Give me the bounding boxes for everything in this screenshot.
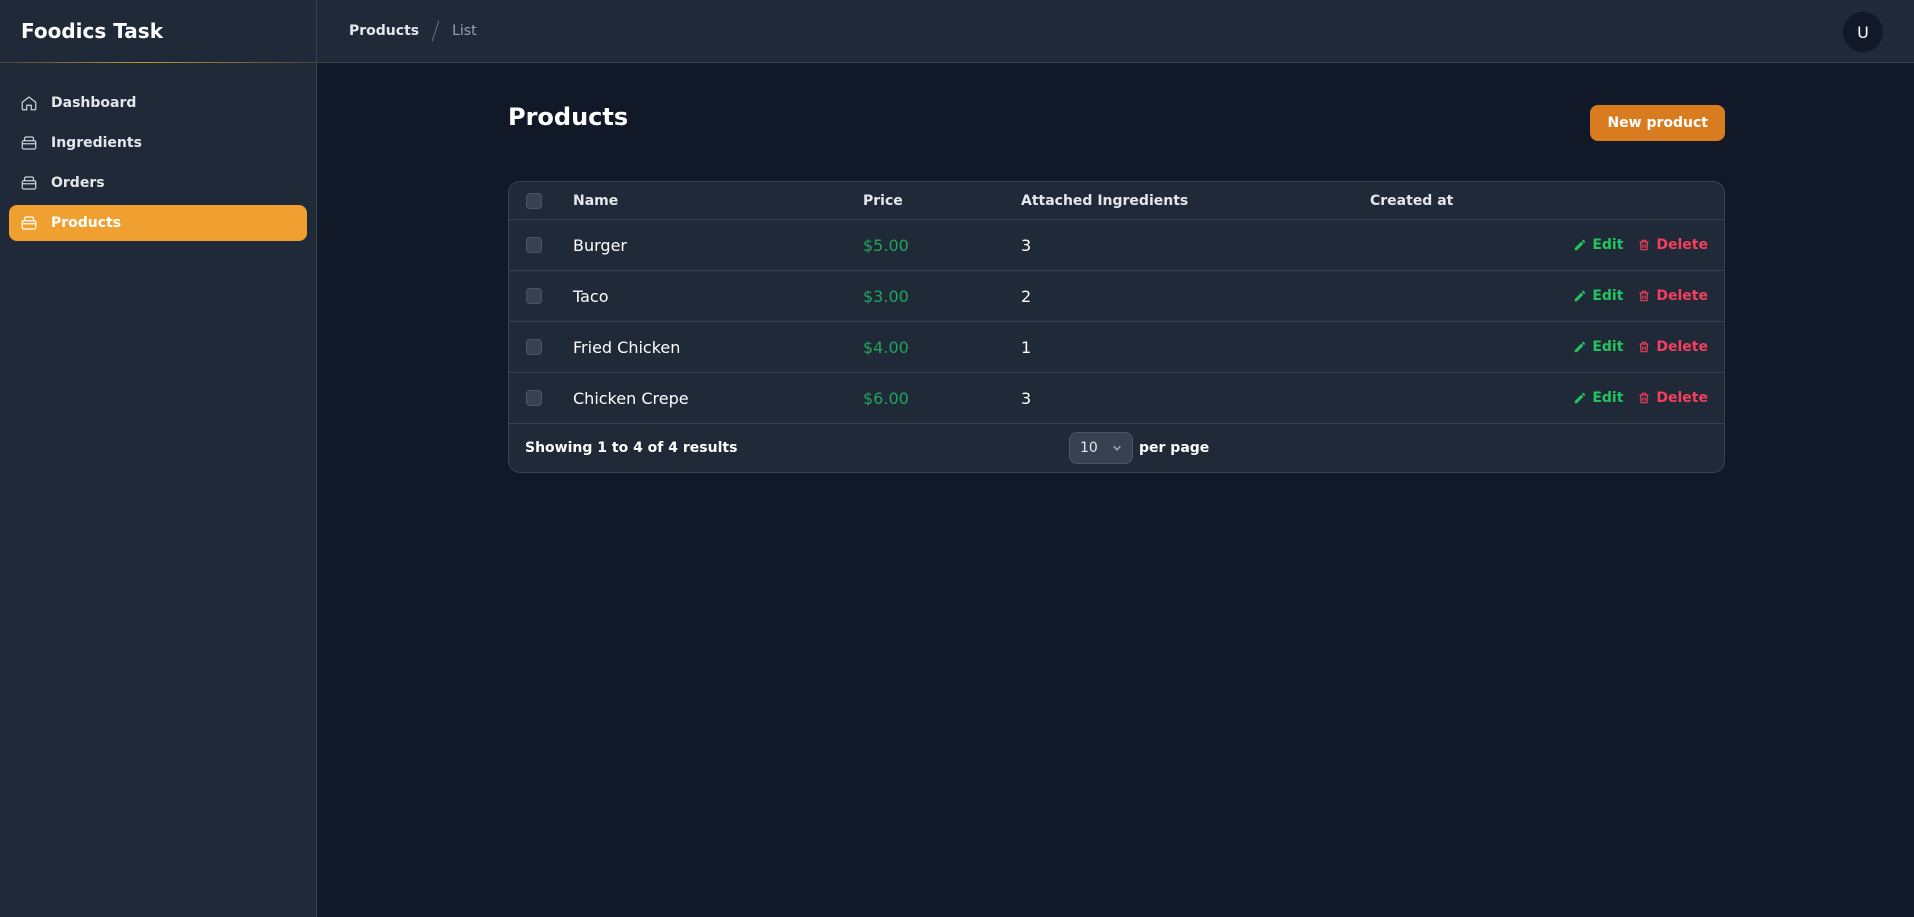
cell-price: $4.00 [863, 337, 909, 357]
brand-title[interactable]: Foodics Task [0, 0, 316, 63]
delete-button[interactable]: Delete [1637, 288, 1708, 304]
sidebar-item-label: Orders [51, 175, 105, 191]
cell-name: Taco [573, 286, 609, 306]
column-header-ingredients: Attached Ingredients [1021, 192, 1189, 209]
cell-ingredients: 1 [1021, 337, 1032, 357]
edit-button[interactable]: Edit [1573, 237, 1623, 253]
box-icon [20, 174, 38, 192]
row-checkbox[interactable] [526, 390, 542, 406]
table-row: Chicken Crepe $6.00 3 Edit Delete [509, 373, 1724, 424]
box-icon [20, 214, 38, 232]
pencil-icon [1575, 341, 1586, 353]
sidebar: Foodics Task Dashboard Ingredients Order… [0, 0, 317, 917]
table-row: Taco $3.00 2 Edit Delete [509, 271, 1724, 322]
cell-ingredients: 2 [1021, 286, 1032, 306]
cell-name: Fried Chicken [573, 337, 681, 357]
column-header-price: Price [863, 192, 903, 209]
cell-name: Chicken Crepe [573, 388, 689, 408]
row-checkbox[interactable] [526, 237, 542, 253]
per-page-control: 10 per page [1069, 432, 1209, 464]
pencil-icon [1575, 290, 1586, 302]
box-icon [20, 134, 38, 152]
row-checkbox[interactable] [526, 288, 542, 304]
breadcrumb-products[interactable]: Products [349, 23, 419, 39]
table-footer: Showing 1 to 4 of 4 results 10 per page [509, 424, 1724, 472]
table-row: Fried Chicken $4.00 1 Edit Delete [509, 322, 1724, 373]
pencil-icon [1575, 392, 1586, 404]
chevron-down-icon [1113, 445, 1121, 451]
sidebar-item-orders[interactable]: Orders [9, 165, 307, 201]
trash-icon [1639, 239, 1650, 251]
per-page-label: per page [1139, 440, 1210, 456]
cell-name: Burger [573, 235, 627, 255]
row-checkbox[interactable] [526, 339, 542, 355]
edit-button[interactable]: Edit [1573, 339, 1623, 355]
delete-button[interactable]: Delete [1637, 339, 1708, 355]
page-content: Products New product Name Price Attached… [508, 63, 1725, 473]
main-area: Products List U Products New product Nam… [317, 0, 1914, 917]
table-row: Burger $5.00 3 Edit Delete [509, 220, 1724, 271]
home-icon [20, 94, 38, 112]
trash-icon [1639, 341, 1650, 353]
edit-button[interactable]: Edit [1573, 288, 1623, 304]
avatar[interactable]: U [1843, 12, 1883, 52]
sidebar-item-label: Dashboard [51, 95, 137, 111]
column-header-name: Name [573, 192, 619, 209]
column-header-created: Created at [1370, 192, 1454, 209]
page-title: Products [508, 103, 629, 131]
cell-ingredients: 3 [1021, 235, 1032, 255]
page-header: Products New product [508, 103, 1725, 141]
pagination-summary: Showing 1 to 4 of 4 results [525, 440, 738, 456]
cell-price: $5.00 [863, 235, 909, 255]
table-header: Name Price Attached Ingredients Created … [509, 182, 1724, 220]
sidebar-nav: Dashboard Ingredients Orders Products [0, 63, 316, 241]
sidebar-item-dashboard[interactable]: Dashboard [9, 85, 307, 121]
sidebar-item-products[interactable]: Products [9, 205, 307, 241]
per-page-select[interactable]: 10 [1069, 432, 1133, 464]
delete-button[interactable]: Delete [1637, 390, 1708, 406]
sidebar-item-label: Ingredients [51, 135, 142, 151]
cell-price: $6.00 [863, 388, 909, 408]
edit-button[interactable]: Edit [1573, 390, 1623, 406]
trash-icon [1639, 290, 1650, 302]
app-root: Foodics Task Dashboard Ingredients Order… [0, 0, 1914, 917]
cell-ingredients: 3 [1021, 388, 1032, 408]
topbar: Products List U [317, 0, 1914, 63]
trash-icon [1639, 392, 1650, 404]
delete-button[interactable]: Delete [1637, 237, 1708, 253]
breadcrumb-separator [431, 20, 440, 42]
products-table: Name Price Attached Ingredients Created … [508, 181, 1725, 473]
new-product-button[interactable]: New product [1590, 105, 1725, 141]
sidebar-item-label: Products [51, 215, 122, 231]
pencil-icon [1575, 239, 1586, 251]
select-all-checkbox[interactable] [526, 192, 542, 209]
cell-price: $3.00 [863, 286, 909, 306]
breadcrumb: Products List [349, 20, 477, 42]
breadcrumb-list: List [452, 23, 477, 39]
sidebar-item-ingredients[interactable]: Ingredients [9, 125, 307, 161]
